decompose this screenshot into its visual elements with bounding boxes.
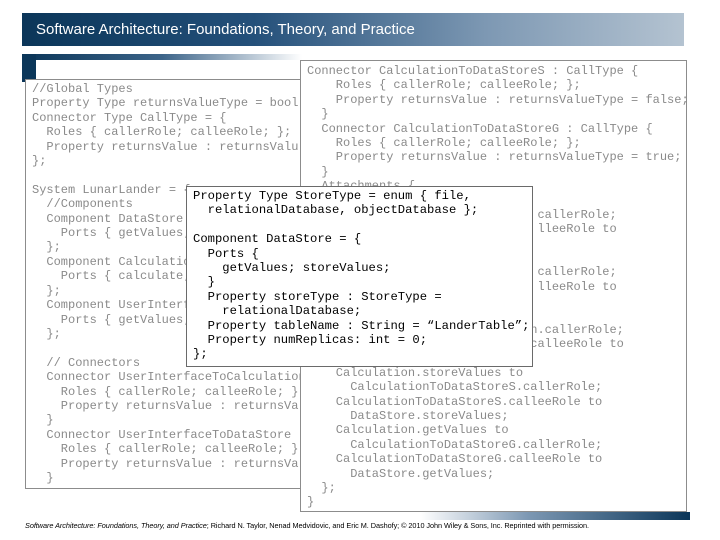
code-line: Property returnsValue : returnsValu bbox=[32, 139, 299, 154]
code-line: Roles { callerRole; calleeRole; }; bbox=[32, 125, 292, 140]
code-line: DataStore.storeValues; bbox=[307, 409, 509, 423]
code-line: Connector Type CallType = { bbox=[32, 110, 227, 125]
code-line: Property returnsValue : returnsVa bbox=[32, 456, 299, 471]
code-line: Roles { callerRole; calleeRole; }; bbox=[307, 78, 581, 93]
decorative-side-bar bbox=[22, 54, 36, 82]
code-line: Property storeType : StoreType = bbox=[193, 289, 442, 304]
code-line: Calculation.getValues to bbox=[307, 423, 509, 438]
datastore-component-code-box: Property Type StoreType = enum { file, r… bbox=[186, 186, 533, 367]
code-line: Connector CalculationToDataStoreG : Call… bbox=[307, 121, 653, 136]
code-line: Property returnsValue : returnsVa bbox=[32, 398, 299, 413]
code-line: } bbox=[307, 495, 315, 510]
code-line: relationalDatabase; bbox=[193, 304, 362, 319]
footer-gradient-bar bbox=[420, 512, 690, 520]
code-line: }; bbox=[193, 347, 208, 362]
code-line: //Global Types bbox=[32, 82, 133, 96]
code-line: Connector UserInterfaceToDataStore bbox=[32, 427, 292, 442]
footer-credit-text: ; Richard N. Taylor, Nenad Medvidovic, a… bbox=[206, 521, 589, 530]
code-line: CalculationToDataStoreS.calleeRole to bbox=[307, 394, 603, 409]
code-line: }; bbox=[32, 154, 47, 169]
slide-title-bar: Software Architecture: Foundations, Theo… bbox=[22, 13, 684, 46]
code-line: CalculationToDataStoreG.calleeRole to bbox=[307, 452, 603, 467]
slide-title: Software Architecture: Foundations, Theo… bbox=[36, 21, 415, 38]
code-line: Property Type returnsValueType = bool bbox=[32, 96, 299, 111]
code-line: } bbox=[307, 107, 329, 122]
code-line: } bbox=[32, 413, 54, 428]
code-line: Property returnsValue : returnsValueType… bbox=[307, 150, 682, 165]
code-line: } bbox=[32, 470, 54, 485]
code-line: Property numReplicas: int = 0; bbox=[193, 333, 428, 348]
code-line: Connector UserInterfaceToCalculation bbox=[32, 370, 303, 385]
code-line: relationalDatabase, objectDatabase }; bbox=[193, 203, 479, 218]
code-line: Component DataStore = { bbox=[193, 232, 362, 247]
code-line: CalculationToDataStoreG.callerRole; bbox=[307, 437, 603, 452]
code-line: DataStore.getValues; bbox=[307, 466, 495, 481]
code-line: ​ bbox=[32, 168, 302, 182]
code-line: Property returnsValue : returnsValueType… bbox=[307, 92, 687, 107]
footer-credit: Software Architecture: Foundations, Theo… bbox=[25, 521, 589, 530]
mid-code: Property Type StoreType = enum { file, r… bbox=[193, 189, 529, 362]
code-line: Property tableName : String = “LanderTab… bbox=[193, 318, 530, 333]
code-line: } bbox=[307, 164, 329, 179]
code-line: Roles { callerRole; calleeRole; } bbox=[32, 442, 299, 457]
footer-book-title: Software Architecture: Foundations, Theo… bbox=[25, 521, 207, 530]
code-line: getValues; storeValues; bbox=[193, 261, 391, 276]
decorative-gradient-bar bbox=[22, 54, 302, 60]
code-line: Ports { bbox=[193, 246, 259, 261]
code-line: CalculationToDataStoreS.callerRole; bbox=[307, 380, 603, 395]
code-line: Property Type StoreType = enum { file, bbox=[193, 189, 471, 203]
code-line: ​ bbox=[193, 218, 529, 232]
code-line: }; bbox=[307, 480, 336, 495]
code-line: } bbox=[193, 275, 215, 290]
code-line: Roles { callerRole; calleeRole; } bbox=[32, 384, 299, 399]
code-line: Roles { callerRole; calleeRole; }; bbox=[307, 135, 581, 150]
code-line: Calculation.storeValues to bbox=[307, 365, 524, 380]
code-line: Connector CalculationToDataStoreS : Call… bbox=[307, 64, 639, 78]
